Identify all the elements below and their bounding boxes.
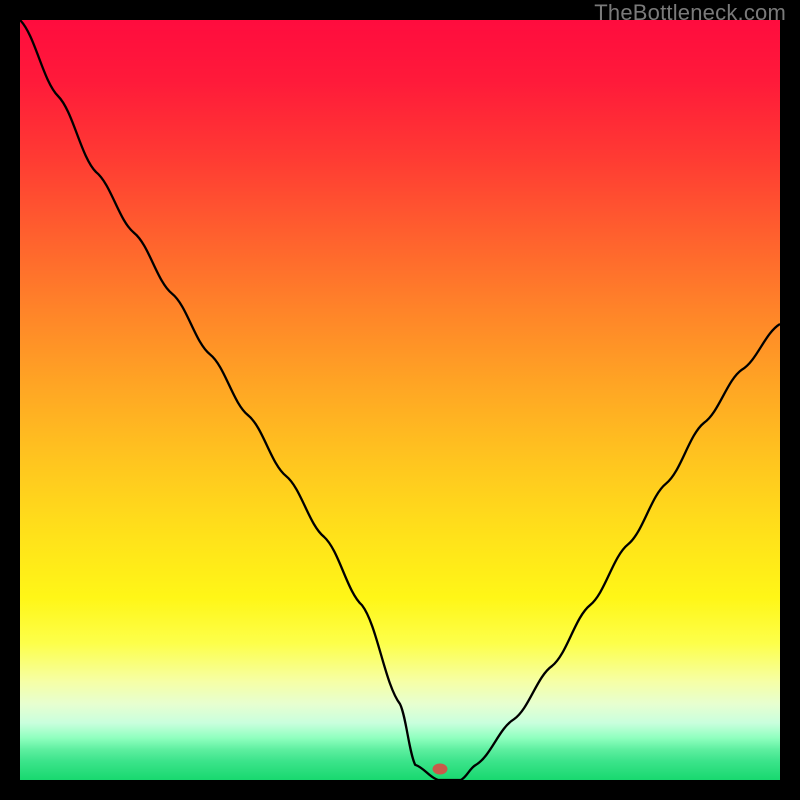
plot-area <box>20 20 780 780</box>
bottleneck-curve <box>20 20 780 780</box>
chart-container: TheBottleneck.com <box>0 0 800 800</box>
curve-path <box>20 20 780 780</box>
minimum-marker <box>432 764 447 775</box>
